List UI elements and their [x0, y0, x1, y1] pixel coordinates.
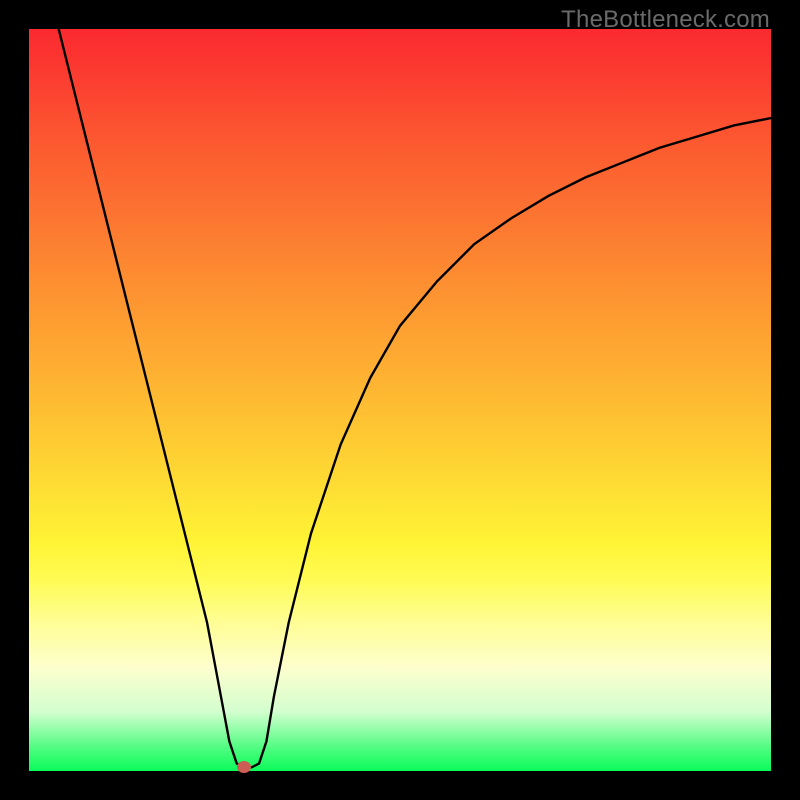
- plot-area: [29, 29, 771, 771]
- attribution-label: TheBottleneck.com: [561, 6, 770, 34]
- min-point-marker: [237, 761, 251, 773]
